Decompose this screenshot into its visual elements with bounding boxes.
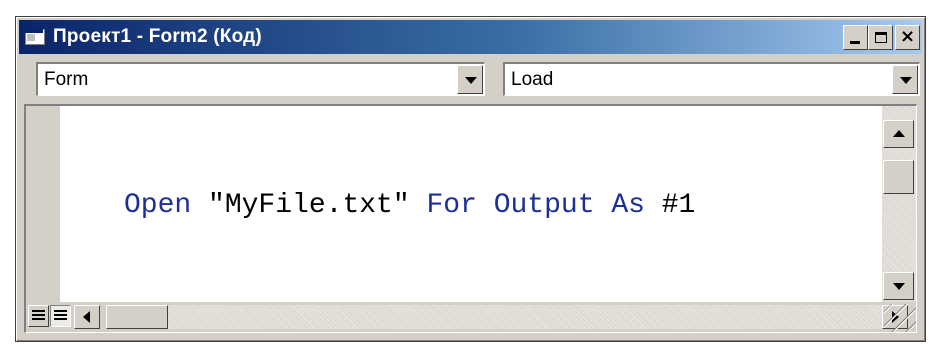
full-module-view-button[interactable] xyxy=(50,305,71,327)
code-text: "MyFile.txt" xyxy=(191,190,427,221)
procedure-view-button[interactable] xyxy=(28,305,49,327)
scroll-down-button[interactable] xyxy=(883,272,914,300)
chevron-down-icon xyxy=(900,77,912,84)
scroll-left-button[interactable] xyxy=(74,305,100,329)
window-controls: × xyxy=(843,24,920,50)
vertical-scrollbar[interactable] xyxy=(882,106,916,302)
close-icon: × xyxy=(899,26,916,47)
arrow-up-icon xyxy=(893,130,905,137)
resize-grip[interactable] xyxy=(884,304,916,332)
horizontal-scrollbar[interactable] xyxy=(168,305,882,329)
full-module-view-icon xyxy=(54,310,67,322)
chevron-down-icon xyxy=(465,77,477,84)
code-keyword: For xyxy=(426,190,477,221)
arrow-down-icon xyxy=(893,283,905,290)
window-title: Проект1 - Form2 (Код) xyxy=(53,26,262,47)
editor-bottom-bar xyxy=(26,302,916,332)
vb-code-window-icon[interactable] xyxy=(25,29,45,45)
object-combo[interactable]: Form xyxy=(36,62,485,96)
vertical-scroll-thumb[interactable] xyxy=(883,160,914,194)
code-window: Проект1 - Form2 (Код) × Form Load Open "… xyxy=(15,16,926,342)
code-keyword: Output xyxy=(493,190,595,221)
arrow-left-icon xyxy=(83,311,90,323)
procedure-combo[interactable]: Load xyxy=(503,62,920,96)
object-combo-dropdown-button[interactable] xyxy=(457,65,483,94)
object-combo-value: Form xyxy=(44,69,89,90)
maximize-button[interactable] xyxy=(868,24,893,50)
breakpoint-margin[interactable] xyxy=(26,106,61,302)
code-editor-frame: Open "MyFile.txt" For Output As #1 xyxy=(24,104,917,333)
title-bar[interactable]: Проект1 - Form2 (Код) × xyxy=(19,20,922,54)
code-editor[interactable]: Open "MyFile.txt" For Output As #1 xyxy=(60,106,882,302)
close-button[interactable]: × xyxy=(895,24,920,50)
minimize-icon xyxy=(850,40,860,44)
maximize-icon xyxy=(874,31,887,43)
horizontal-scroll-thumb[interactable] xyxy=(106,305,168,329)
code-text: #1 xyxy=(644,190,696,221)
code-keyword: As xyxy=(611,190,645,221)
procedure-combo-value: Load xyxy=(511,69,554,90)
procedure-view-icon xyxy=(32,310,45,322)
procedure-combo-dropdown-button[interactable] xyxy=(892,65,918,94)
minimize-button[interactable] xyxy=(843,24,868,50)
code-keyword: Open xyxy=(124,190,192,221)
code-line[interactable]: Open "MyFile.txt" For Output As #1 xyxy=(124,190,695,221)
scroll-up-button[interactable] xyxy=(883,120,914,148)
